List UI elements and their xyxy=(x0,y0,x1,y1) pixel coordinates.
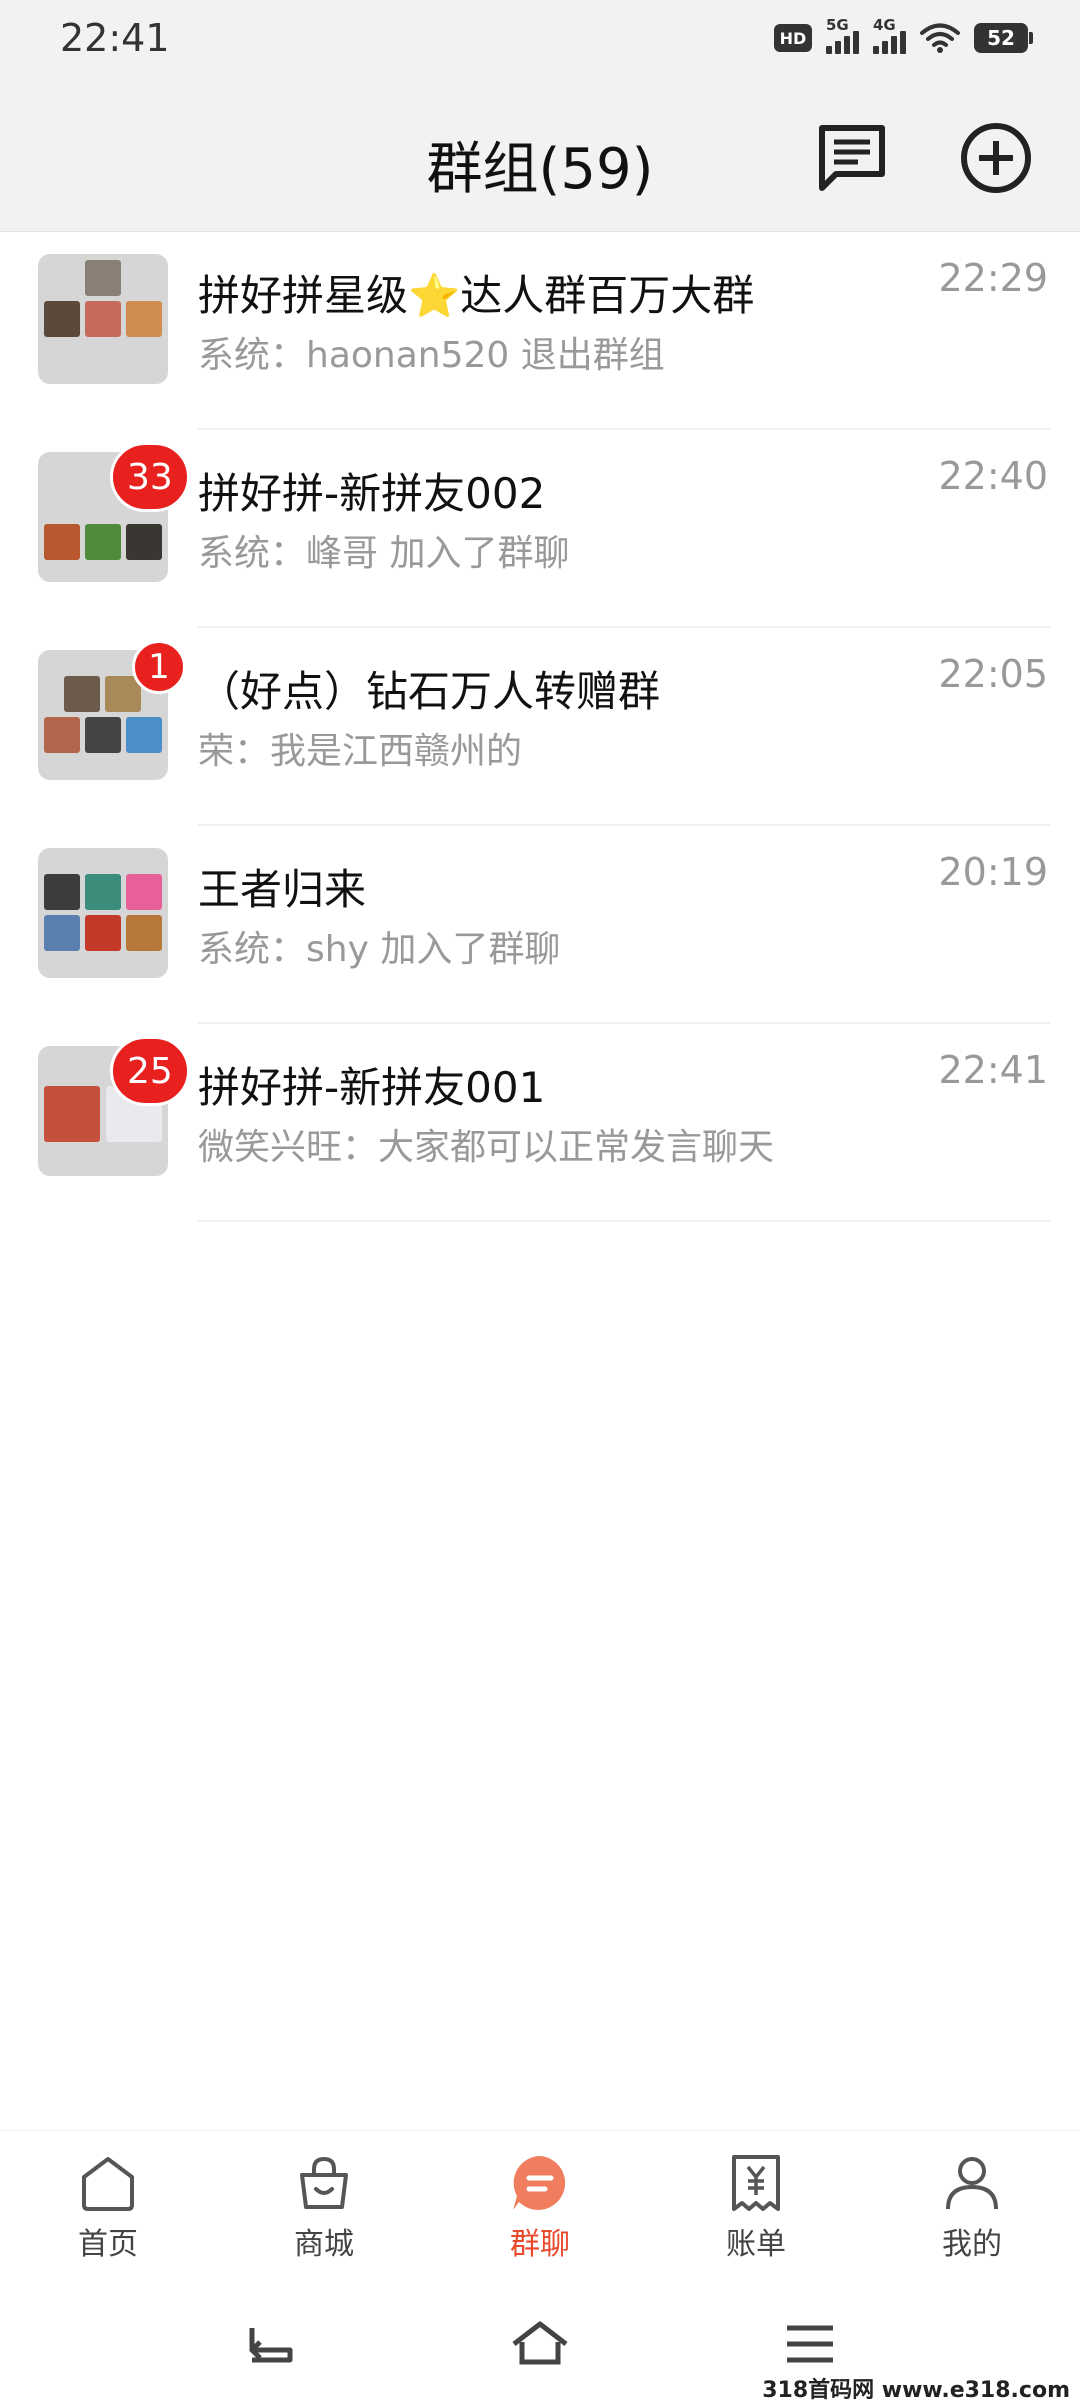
home-outline-icon xyxy=(512,2321,568,2365)
home-icon xyxy=(82,2157,134,2211)
bill-icon xyxy=(732,2155,780,2211)
group-row[interactable]: 25 拼好拼-新拼友001 22:41 微笑兴旺：大家都可以正常发言聊天 xyxy=(0,1024,1080,1222)
group-time: 22:41 xyxy=(938,1048,1048,1092)
home-nav-button[interactable] xyxy=(500,2312,580,2376)
title-bar: 群组(59) xyxy=(0,84,1080,232)
chat-icon xyxy=(513,2156,566,2210)
group-name: 王者归来 xyxy=(198,865,367,914)
add-button[interactable] xyxy=(956,118,1036,198)
group-last-message: 荣：我是江西赣州的 xyxy=(198,731,523,772)
tab-mall[interactable]: 商城 xyxy=(244,2151,404,2263)
unread-badge: 1 xyxy=(132,640,186,694)
tab-bill[interactable]: 账单 xyxy=(676,2151,836,2263)
group-last-message: 系统：shy 加入了群聊 xyxy=(198,929,561,970)
tab-mall-label: 商城 xyxy=(294,2227,354,2262)
hd-icon: HD xyxy=(774,24,812,52)
group-time: 22:40 xyxy=(938,454,1048,498)
signal-5g-icon: 5G xyxy=(826,16,859,54)
status-icons: HD 5G 4G 52 xyxy=(774,16,1033,54)
chat-bubble-icon xyxy=(819,125,885,191)
tab-profile-label: 我的 xyxy=(942,2227,1002,2262)
signal-4g-icon: 4G xyxy=(873,16,906,54)
menu-icon xyxy=(787,2325,833,2363)
unread-badge: 25 xyxy=(110,1036,190,1106)
signal-5g-label: 5G xyxy=(826,16,849,34)
menu-button[interactable] xyxy=(770,2312,850,2376)
unread-badge: 33 xyxy=(110,442,190,512)
group-time: 22:05 xyxy=(938,652,1048,696)
group-row[interactable]: 33 拼好拼-新拼友002 22:40 系统：峰哥 加入了群聊 xyxy=(0,430,1080,628)
back-button[interactable] xyxy=(230,2312,310,2376)
tab-home[interactable]: 首页 xyxy=(28,2151,188,2263)
signal-4g-label: 4G xyxy=(873,16,896,34)
back-icon xyxy=(249,2328,293,2363)
divider xyxy=(198,1220,1050,1222)
watermark-text: 318首码网 www.e318.com xyxy=(762,2378,1070,2403)
group-row[interactable]: 王者归来 20:19 系统：shy 加入了群聊 xyxy=(0,826,1080,1024)
tab-profile[interactable]: 我的 xyxy=(892,2151,1052,2263)
group-name: 拼好拼-新拼友002 xyxy=(198,469,546,518)
tab-home-label: 首页 xyxy=(78,2227,138,2262)
page-title: 群组(59) xyxy=(426,137,654,202)
group-avatar xyxy=(38,848,168,978)
group-last-message: 系统：haonan520 退出群组 xyxy=(198,335,665,376)
group-time: 22:29 xyxy=(938,256,1048,300)
group-last-message: 微笑兴旺：大家都可以正常发言聊天 xyxy=(198,1127,775,1168)
group-avatar xyxy=(38,254,168,384)
group-name: 拼好拼星级⭐达人群百万大群 xyxy=(198,271,755,320)
wifi-icon xyxy=(920,23,960,53)
shopping-bag-icon xyxy=(300,2156,348,2209)
group-list: 拼好拼星级⭐达人群百万大群 22:29 系统：haonan520 退出群组 33… xyxy=(0,232,1080,1222)
bottom-tab-bar: 首页 商城 群聊 账单 我的 xyxy=(0,2130,1080,2270)
status-time: 22:41 xyxy=(60,16,170,60)
group-name: （好点）钻石万人转赠群 xyxy=(198,667,661,716)
group-row[interactable]: 1 （好点）钻石万人转赠群 22:05 荣：我是江西赣州的 xyxy=(0,628,1080,826)
plus-circle-icon xyxy=(961,123,1031,193)
battery-icon: 52 xyxy=(974,23,1033,53)
tab-group-chat[interactable]: 群聊 xyxy=(460,2151,620,2263)
tab-bill-label: 账单 xyxy=(726,2227,786,2262)
status-bar: 22:41 HD 5G 4G 52 xyxy=(0,0,1080,84)
group-time: 20:19 xyxy=(938,850,1048,894)
group-row[interactable]: 拼好拼星级⭐达人群百万大群 22:29 系统：haonan520 退出群组 xyxy=(0,232,1080,430)
message-button[interactable] xyxy=(812,118,892,198)
tab-group-chat-label: 群聊 xyxy=(510,2227,570,2262)
group-name: 拼好拼-新拼友001 xyxy=(198,1063,546,1112)
group-last-message: 系统：峰哥 加入了群聊 xyxy=(198,533,570,574)
profile-icon xyxy=(946,2157,998,2210)
